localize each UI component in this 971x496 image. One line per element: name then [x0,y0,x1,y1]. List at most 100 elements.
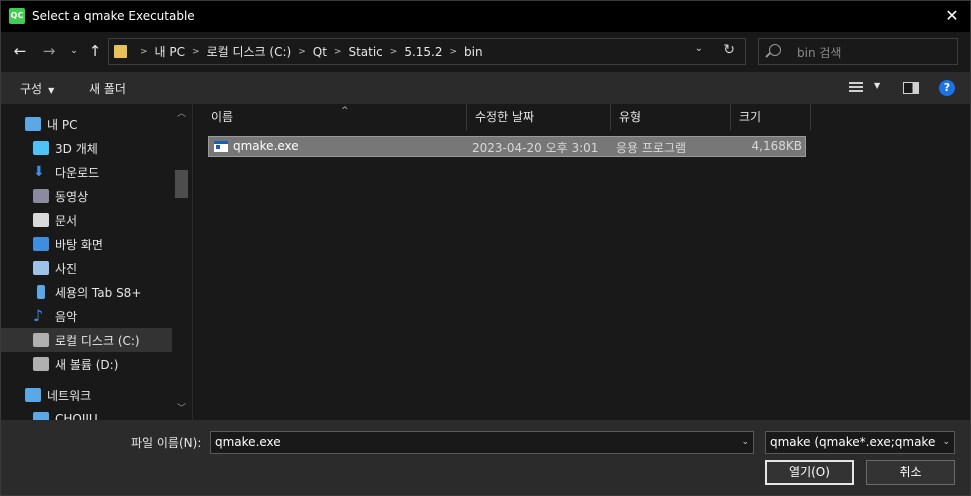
sidebar-item-drive-d[interactable]: 새 볼륨 (D:) [1,352,172,376]
breadcrumb-item-drive-c[interactable]: 로컬 디스크 (C:) [207,43,292,60]
close-button[interactable]: ✕ [940,5,964,27]
file-size: 4,168KB [751,139,802,153]
filename-label: 파일 이름(N): [131,436,202,450]
back-arrow-icon[interactable]: ← [10,41,30,61]
breadcrumb-item-bin[interactable]: bin [464,45,483,59]
file-dialog: QC Select a qmake Executable ✕ ← → ⌄ ↑ >… [0,0,971,496]
sidebar-item-pictures[interactable]: 사진 [1,256,172,280]
filename-dropdown-chevron-icon[interactable]: ⌄ [741,432,749,453]
scroll-up-arrow-icon[interactable]: ︿ [173,106,190,123]
qt-logo-icon: QC [9,8,25,24]
sidebar-item-download[interactable]: ⬇ 다운로드 [1,160,172,184]
sidebar-item-network[interactable]: 네트워크 [1,383,172,407]
breadcrumb-separator-icon: > [140,46,148,57]
pc-icon [25,117,41,131]
new-folder-button[interactable]: 새 폴더 [89,80,126,97]
sidebar-item-computer[interactable]: CHOIJU [1,407,172,420]
preview-pane-icon[interactable] [903,82,919,94]
open-button[interactable]: 열기(O) [765,460,854,485]
download-icon: ⬇ [33,164,45,180]
tablet-icon [37,285,45,299]
recent-locations-chevron-icon[interactable]: ⌄ [64,41,84,61]
sidebar-item-label: 세용의 Tab S8+ [55,285,142,300]
search-icon [769,44,781,56]
breadcrumb-item-static[interactable]: Static [348,45,382,59]
pictures-icon [33,261,49,275]
file-type-filter-value: qmake (qmake*.exe;qmake*.bat) [770,435,936,449]
breadcrumb-item-qt[interactable]: Qt [313,45,327,59]
breadcrumb-separator-icon[interactable]: > [390,47,398,57]
sidebar-item-cube[interactable]: 3D 개체 [1,136,172,160]
breadcrumb-separator-icon[interactable]: > [298,47,306,57]
sidebar-item-label: 사진 [55,261,78,276]
drive-d-icon [33,357,49,371]
column-header-type[interactable]: 유형 [611,104,731,130]
navigation-bar: ← → ⌄ ↑ > 내 PC > 로컬 디스크 (C:) > Qt > Stat… [1,32,970,72]
filter-dropdown-chevron-icon[interactable]: ⌄ [942,432,950,453]
title-bar: QC Select a qmake Executable ✕ [1,1,970,32]
sidebar-item-desktop[interactable]: 바탕 화면 [1,232,172,256]
cancel-button[interactable]: 취소 [866,460,955,485]
column-header-date[interactable]: 수정한 날짜 [467,104,611,130]
filename-input[interactable]: qmake.exe ⌄ [210,431,754,454]
up-arrow-icon[interactable]: ↑ [85,41,105,61]
scroll-down-arrow-icon[interactable]: ﹀ [173,401,190,418]
sidebar-item-document[interactable]: 문서 [1,208,172,232]
desktop-icon [33,237,49,251]
breadcrumb-item-version[interactable]: 5.15.2 [404,45,442,59]
drive-c-icon [33,333,49,347]
column-header-name[interactable]: 이름 ^ [203,104,467,130]
sidebar-item-label: 음악 [55,309,78,324]
sidebar-item-label: 새 볼륨 (D:) [55,357,119,372]
column-header-size[interactable]: 크기 [731,104,811,130]
breadcrumb-separator-icon[interactable]: > [192,47,200,57]
refresh-icon[interactable]: ↻ [723,42,735,58]
window-title: Select a qmake Executable [32,9,195,23]
breadcrumb: > 내 PC > 로컬 디스크 (C:) > Qt > Static > 5.1… [133,39,483,64]
file-list: 이름 ^ 수정한 날짜 유형 크기 qmake.exe 2023-04-20 오… [192,104,970,420]
dialog-footer: 파일 이름(N): qmake.exe ⌄ qmake (qmake*.exe;… [1,420,970,495]
sidebar-item-label: CHOIJU [55,412,98,420]
view-options-dropdown-icon[interactable]: ▼ [874,81,880,90]
music-icon: ♪ [33,306,44,325]
view-options-icon[interactable] [849,82,863,94]
column-header-name-label: 이름 [211,110,234,124]
navigation-pane: 내 PC 3D 개체 ⬇ 다운로드동영상문서바탕 화면사진세용의 Tab S8+ ♪ 음악… [1,104,191,420]
address-dropdown-chevron-icon[interactable]: ⌄ [695,43,703,54]
search-box[interactable]: bin 검색 [758,38,958,65]
executable-file-icon [214,141,228,152]
sidebar-item-label: 문서 [55,213,78,228]
breadcrumb-separator-icon[interactable]: > [334,47,342,57]
sidebar-item-drive-c[interactable]: 로컬 디스크 (C:) [1,328,172,352]
video-icon [33,189,49,203]
search-input[interactable]: bin 검색 [797,44,841,61]
network-icon [25,388,41,402]
breadcrumb-item-pc[interactable]: 내 PC [155,43,185,60]
file-date: 2023-04-20 오후 3:01 [472,141,599,155]
sidebar-item-label: 내 PC [47,117,78,132]
organize-button[interactable]: 구성 ▼ [20,80,54,97]
sidebar-item-label: 3D 개체 [55,141,98,156]
file-type-filter-select[interactable]: qmake (qmake*.exe;qmake*.bat) ⌄ [765,431,955,454]
document-icon [33,213,49,227]
scroll-thumb[interactable] [175,170,188,198]
organize-label: 구성 [20,82,43,96]
computer-icon [33,412,49,420]
sidebar-item-tablet[interactable]: 세용의 Tab S8+ [1,280,172,304]
sidebar-scrollbar[interactable]: ︿ ﹀ [173,104,190,420]
sort-ascending-icon: ^ [341,106,349,116]
breadcrumb-separator-icon[interactable]: > [449,47,457,57]
address-bar[interactable]: > 내 PC > 로컬 디스크 (C:) > Qt > Static > 5.1… [108,38,746,65]
sidebar-item-label: 동영상 [55,189,89,204]
filename-value: qmake.exe [215,435,281,449]
help-icon[interactable]: ? [939,80,955,96]
organize-dropdown-icon: ▼ [48,86,55,95]
command-bar: 구성 ▼ 새 폴더 ▼ ? [1,72,970,104]
sidebar-item-video[interactable]: 동영상 [1,184,172,208]
file-name: qmake.exe [233,139,299,153]
forward-arrow-icon[interactable]: → [39,41,59,61]
file-row[interactable]: qmake.exe 2023-04-20 오후 3:01 응용 프로그램 4,1… [208,136,806,157]
sidebar-item-pc[interactable]: 내 PC [1,112,172,136]
cube-icon [33,141,49,155]
sidebar-item-music[interactable]: ♪ 음악 [1,304,172,328]
